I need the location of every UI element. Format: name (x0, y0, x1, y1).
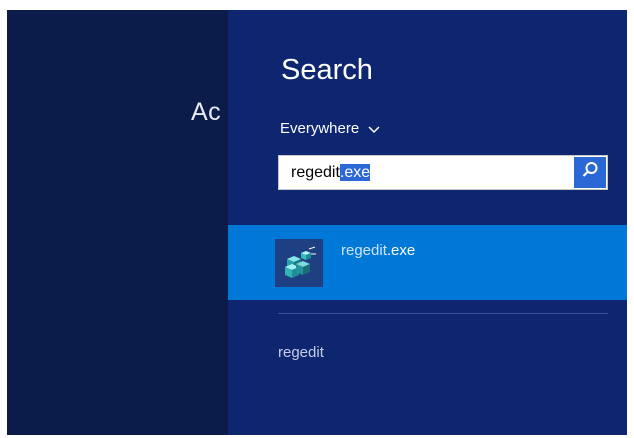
search-query-selected-text: .exe (339, 163, 371, 181)
search-input[interactable]: regedit.exe (278, 155, 608, 190)
registry-editor-icon (275, 239, 323, 287)
search-suggestion-item[interactable]: regedit (278, 344, 324, 361)
search-scope-label: Everywhere (280, 120, 360, 137)
search-icon (581, 161, 599, 184)
search-result-label: regedit.exe (341, 242, 415, 259)
screen: Ac Search Everywhere regedit.exe regedit… (7, 10, 627, 435)
chevron-down-icon (367, 122, 381, 136)
search-input-value[interactable]: regedit.exe (279, 163, 574, 182)
results-divider (278, 313, 608, 314)
search-button[interactable] (574, 157, 606, 188)
search-charm-panel: Search Everywhere regedit.exe regedit.ex… (228, 10, 627, 435)
search-result-regedit[interactable]: regedit.exe (228, 225, 627, 300)
search-query-text: regedit (291, 163, 340, 181)
search-result-extension: .exe (386, 242, 416, 259)
search-panel-title: Search (281, 54, 373, 86)
search-scope-dropdown[interactable]: Everywhere (280, 120, 381, 137)
search-result-name: regedit (341, 242, 387, 259)
background-start-text: Ac (191, 98, 222, 126)
